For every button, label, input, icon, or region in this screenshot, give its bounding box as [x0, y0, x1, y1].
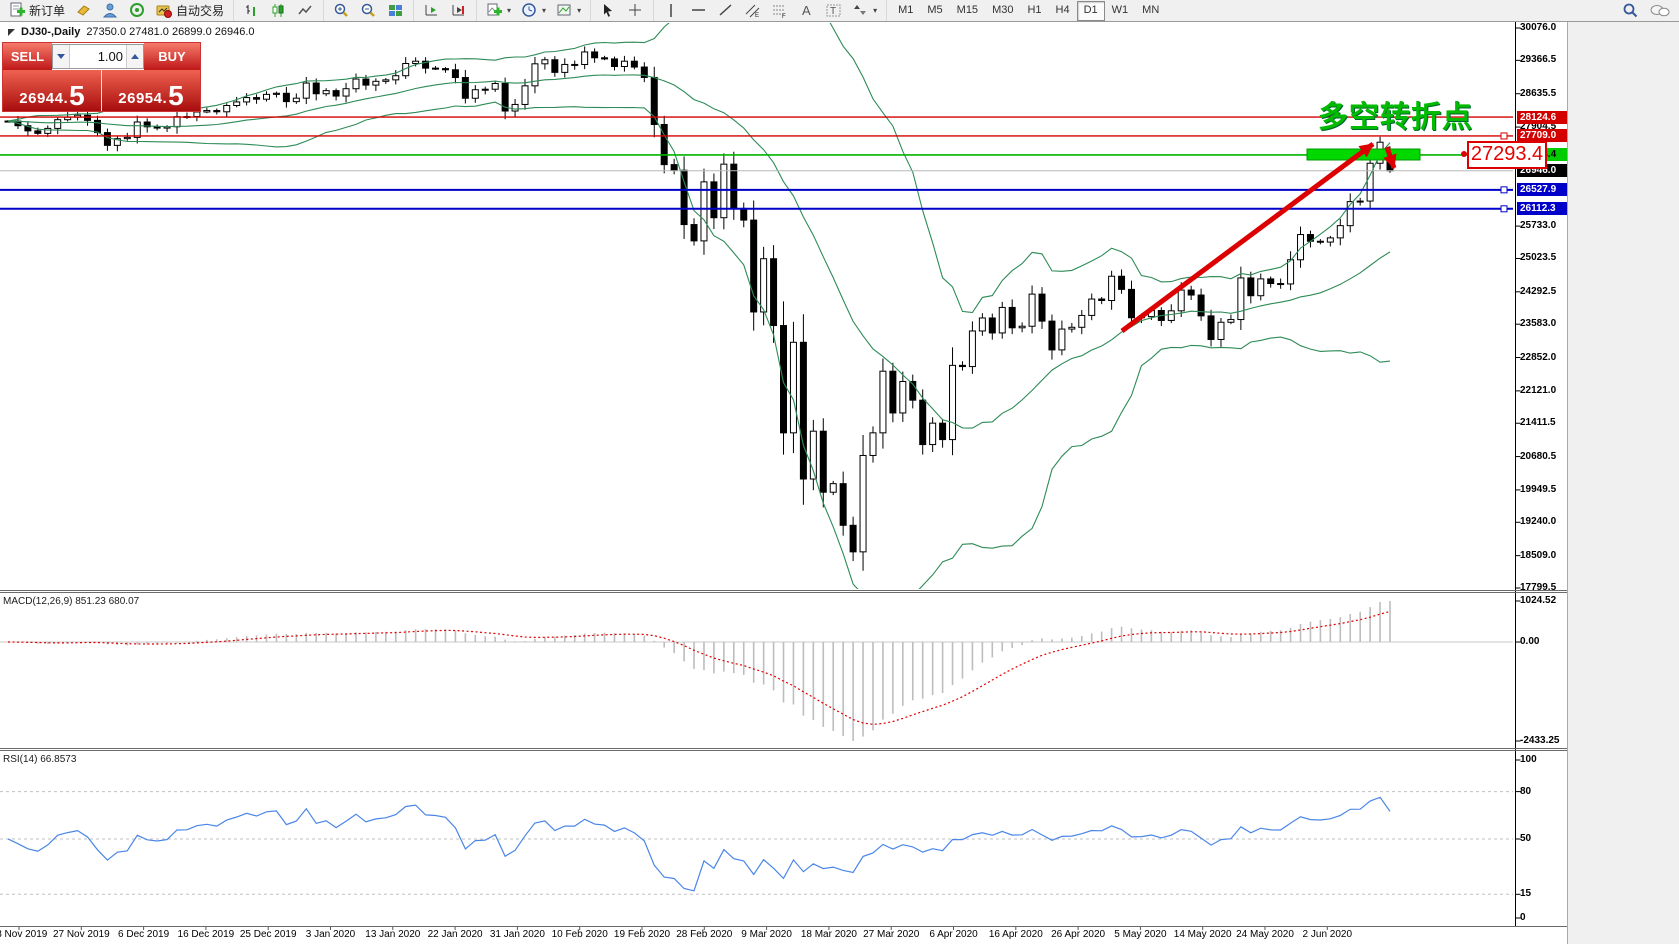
date-label: 25 Dec 2019 [239, 929, 297, 940]
collapse-triangle-icon[interactable] [8, 28, 15, 36]
price-tick-label: 29366.5 [1520, 54, 1557, 66]
bid-price-panel[interactable]: 26944. 5 [3, 70, 102, 111]
macd-indicator-label: MACD(12,26,9) 851.23 680.07 [3, 596, 140, 607]
symbol-period-label: DJ30-,Daily [21, 26, 81, 38]
price-tick-label: 30076.0 [1520, 22, 1557, 33]
price-tick-label: 17799.5 [1520, 582, 1557, 593]
ask-price-panel[interactable]: 26954. 5 [102, 70, 200, 111]
date-label: 27 Nov 2019 [52, 929, 110, 940]
macd-axis-label: 0.00 [1520, 636, 1540, 647]
date-label: 3 Jan 2020 [305, 929, 356, 940]
price-tick-label: 25733.0 [1520, 220, 1557, 232]
triangle-up-icon [131, 54, 139, 59]
date-label: 13 Jan 2020 [365, 929, 421, 940]
rsi-axis-label: 0 [1520, 912, 1526, 923]
date-label: 6 Apr 2020 [929, 929, 978, 940]
chart-title: DJ30-,Daily 27350.0 27481.0 26899.0 2694… [8, 26, 255, 38]
date-label: 28 Feb 2020 [676, 929, 733, 940]
ohlc-values: 27350.0 27481.0 26899.0 26946.0 [86, 26, 255, 38]
bid-price-pip: 5 [69, 80, 85, 111]
price-callout-box[interactable]: 27293.4 [1467, 141, 1547, 169]
price-level-chip: 26527.9 [1517, 183, 1567, 197]
price-tick-label: 18509.0 [1520, 549, 1557, 561]
rsi-indicator-label: RSI(14) 66.8573 [3, 754, 77, 765]
sell-button[interactable]: SELL [3, 43, 52, 70]
price-tick-label: 28635.5 [1520, 87, 1557, 99]
date-label: 14 May 2020 [1173, 929, 1232, 940]
date-label: 9 Mar 2020 [741, 929, 792, 940]
date-label: 31 Jan 2020 [489, 929, 545, 940]
price-tick-label: 24292.5 [1520, 285, 1557, 297]
ask-price: 26954. [118, 90, 168, 107]
date-label: 5 May 2020 [1114, 929, 1167, 940]
volume-decrease-button[interactable] [53, 45, 70, 68]
macd-axis-label: -2433.25 [1520, 735, 1560, 746]
price-tick-label: 23583.0 [1520, 318, 1557, 330]
price-tick-label: 20680.5 [1520, 450, 1557, 462]
volume-stepper: 1.00 [52, 44, 144, 69]
price-tick-label: 21411.5 [1520, 417, 1556, 429]
macd-axis-label: 1024.52 [1520, 595, 1557, 606]
workspace-gutter [1567, 22, 1679, 944]
date-label: 27 Mar 2020 [863, 929, 920, 940]
date-label: 18 Nov 2019 [0, 929, 48, 940]
rsi-axis-label: 80 [1520, 785, 1532, 797]
one-click-trading-panel: SELL 1.00 BUY 26944. 5 26954. 5 [2, 42, 201, 112]
price-tick-label: 25023.5 [1520, 252, 1557, 264]
volume-value[interactable]: 1.00 [70, 45, 126, 68]
ask-price-pip: 5 [168, 80, 184, 111]
date-label: 16 Dec 2019 [177, 929, 235, 940]
date-label: 18 Mar 2020 [800, 929, 857, 940]
price-tick-label: 19949.5 [1520, 483, 1557, 495]
rsi-axis-label: 100 [1520, 754, 1537, 765]
price-level-chip: 28124.6 [1517, 110, 1567, 124]
date-label: 2 Jun 2020 [1302, 929, 1353, 940]
date-label: 24 May 2020 [1236, 929, 1294, 940]
buy-button[interactable]: BUY [144, 43, 200, 70]
chart-canvas[interactable] [0, 0, 1679, 944]
rsi-axis-label: 15 [1520, 888, 1532, 900]
date-label: 22 Jan 2020 [427, 929, 483, 940]
bid-price: 26944. [19, 90, 69, 107]
price-tick-label: 22852.0 [1520, 351, 1557, 363]
date-label: 10 Feb 2020 [551, 929, 608, 940]
price-tick-label: 19240.0 [1520, 516, 1557, 528]
triangle-down-icon [57, 54, 65, 59]
price-level-chip: 26112.3 [1517, 202, 1567, 216]
date-label: 26 Apr 2020 [1051, 929, 1106, 940]
date-label: 16 Apr 2020 [988, 929, 1043, 940]
trading-platform-window: 新订单 自动交易 ▾ ▾ ▾ E F A T ▾ M1 M5 M15 M30 H… [0, 0, 1679, 944]
volume-increase-button[interactable] [126, 45, 143, 68]
turning-point-annotation[interactable]: 多空转折点 [1318, 92, 1473, 136]
price-tick-label: 22121.0 [1520, 384, 1557, 396]
rsi-axis-label: 50 [1520, 833, 1532, 844]
date-label: 19 Feb 2020 [613, 929, 671, 940]
date-label: 6 Dec 2019 [118, 929, 170, 940]
